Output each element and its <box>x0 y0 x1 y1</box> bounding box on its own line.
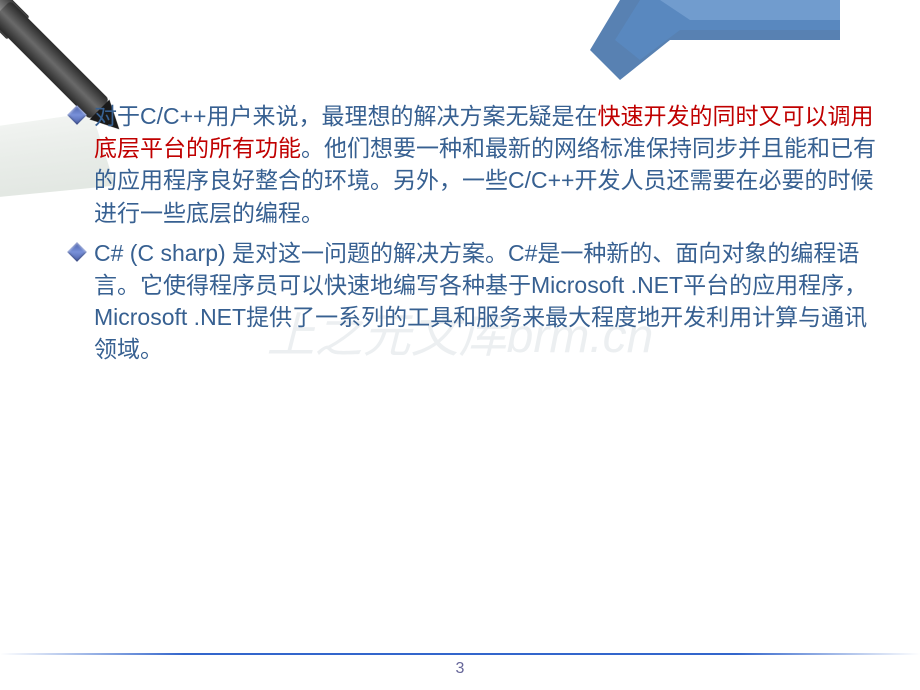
diamond-bullet-icon <box>67 105 87 125</box>
bullet-item: C# (C sharp) 是对这一问题的解决方案。C#是一种新的、面向对象的编程… <box>70 237 880 366</box>
diamond-bullet-icon <box>67 242 87 262</box>
page-number: 3 <box>0 660 920 678</box>
top-decoration <box>590 0 840 80</box>
bullet-text: C# (C sharp) 是对这一问题的解决方案。C#是一种新的、面向对象的编程… <box>94 237 880 366</box>
footer-divider <box>0 653 920 655</box>
bullet-text: 对于C/C++用户来说，最理想的解决方案无疑是在快速开发的同时又可以调用底层平台… <box>94 100 880 229</box>
slide-footer: 3 <box>0 653 920 678</box>
bullet-item: 对于C/C++用户来说，最理想的解决方案无疑是在快速开发的同时又可以调用底层平台… <box>70 100 880 229</box>
text-prefix: 对于C/C++用户来说，最理想的解决方案无疑是在 <box>94 103 597 129</box>
geometric-shape-icon <box>590 0 840 80</box>
slide-content: 对于C/C++用户来说，最理想的解决方案无疑是在快速开发的同时又可以调用底层平台… <box>70 100 880 374</box>
